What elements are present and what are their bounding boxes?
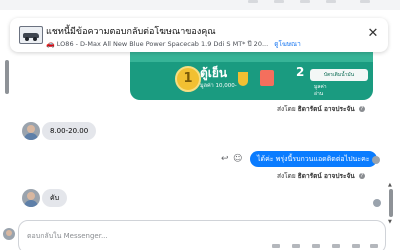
incoming-message[interactable]: คับ bbox=[42, 189, 68, 207]
toolbar-button[interactable] bbox=[360, 0, 370, 3]
avatar[interactable] bbox=[22, 189, 40, 207]
prize-title: ตู้เย็น bbox=[200, 66, 228, 80]
car-icon: 🚗 bbox=[46, 40, 55, 48]
messages-scrollbar[interactable]: ▲ ▼ bbox=[387, 56, 395, 246]
close-icon[interactable]: ✕ bbox=[366, 27, 380, 41]
reply-composer[interactable]: ตอบกลับใน Messenger... bbox=[18, 220, 386, 250]
avatar-face bbox=[27, 125, 35, 133]
toolbar-button[interactable] bbox=[248, 0, 258, 3]
avatar-body bbox=[24, 200, 38, 207]
composer-tool-icon[interactable] bbox=[272, 244, 280, 248]
outgoing-message[interactable]: ได้ค่ะ พรุ่งนี้รบกวนแอดติดต่อไปนะคะ bbox=[250, 151, 377, 167]
read-receipt-avatar bbox=[372, 156, 380, 164]
emoji-reaction-icon[interactable]: ☺ bbox=[233, 154, 242, 164]
sent-by-prefix: ส่งโดย bbox=[277, 105, 296, 113]
reply-icon[interactable]: ↩ bbox=[221, 154, 229, 164]
avatar-body bbox=[24, 133, 38, 140]
toolbar-button[interactable] bbox=[300, 0, 310, 3]
car-thumbnail[interactable] bbox=[19, 26, 43, 44]
second-prize-number: 2 bbox=[296, 65, 305, 79]
avatar[interactable] bbox=[22, 122, 40, 140]
second-prize-title: บัตรเติมน้ำมัน bbox=[310, 69, 368, 81]
scrollbar-thumb[interactable] bbox=[389, 189, 393, 217]
info-icon[interactable]: ? bbox=[358, 173, 365, 179]
prize-value: มูลค่า 10,000- bbox=[200, 83, 237, 89]
read-receipt-avatar bbox=[373, 199, 381, 207]
prize-number-coin: 1 bbox=[175, 66, 201, 92]
scrollbar-thumb[interactable] bbox=[5, 60, 9, 94]
banner-subtitle: 🚗 LO86 - D-Max All New Blue Power Spacec… bbox=[46, 39, 301, 49]
composer-tool-icon[interactable] bbox=[332, 244, 340, 248]
sent-by-label: ส่งโดย ธิดารัตน์ อาจประจัน ? bbox=[277, 104, 365, 114]
sent-by-label: ส่งโดย ธิดารัตน์ อาจประจัน ? bbox=[277, 171, 365, 181]
banner-title: แชทนี้มีข้อความตอบกลับต่อโฆษณาของคุณ bbox=[46, 27, 216, 37]
toolbar-button[interactable] bbox=[326, 0, 336, 3]
composer-placeholder: ตอบกลับใน Messenger... bbox=[27, 232, 108, 240]
ad-listing-title: LO86 - D-Max All New Blue Power Spacecab… bbox=[56, 40, 269, 48]
scroll-up-icon[interactable]: ▲ bbox=[388, 182, 392, 188]
left-scrollbar[interactable] bbox=[3, 56, 11, 246]
toolbar-button[interactable] bbox=[274, 0, 284, 3]
composer-tool-icon[interactable] bbox=[292, 244, 300, 248]
car-wheel bbox=[33, 37, 37, 41]
composer-tool-icon[interactable] bbox=[370, 244, 378, 248]
avatar-face bbox=[6, 230, 12, 236]
trophy-icon bbox=[238, 72, 248, 86]
sender-name[interactable]: ธิดารัตน์ อาจประจัน bbox=[298, 105, 355, 113]
gift-icon bbox=[260, 70, 274, 86]
car-wheel bbox=[25, 37, 29, 41]
composer-tool-icon[interactable] bbox=[312, 244, 320, 248]
top-toolbar-strip bbox=[0, 0, 400, 10]
user-avatar bbox=[3, 228, 15, 240]
promo-image[interactable]: 1 ตู้เย็น มูลค่า 10,000- 2 บัตรเติมน้ำมั… bbox=[130, 52, 373, 100]
scroll-down-icon[interactable]: ▼ bbox=[388, 219, 392, 225]
avatar-face bbox=[27, 192, 35, 200]
incoming-message[interactable]: 8.00-20.00 bbox=[42, 122, 97, 140]
ad-reply-banner[interactable]: แชทนี้มีข้อความตอบกลับต่อโฆษณาของคุณ 🚗 L… bbox=[10, 18, 388, 52]
info-icon[interactable]: ? bbox=[358, 106, 365, 112]
view-ad-link[interactable]: ดูโฆษณา bbox=[274, 40, 301, 48]
second-prize-sub2: อ่าน bbox=[314, 91, 324, 97]
composer-tool-icon[interactable] bbox=[352, 244, 360, 248]
sender-name[interactable]: ธิดารัตน์ อาจประจัน bbox=[298, 172, 355, 180]
chat-window: 1 ตู้เย็น มูลค่า 10,000- 2 บัตรเติมน้ำมั… bbox=[0, 0, 400, 250]
promo-top-band bbox=[130, 52, 373, 62]
sent-by-prefix: ส่งโดย bbox=[277, 172, 296, 180]
